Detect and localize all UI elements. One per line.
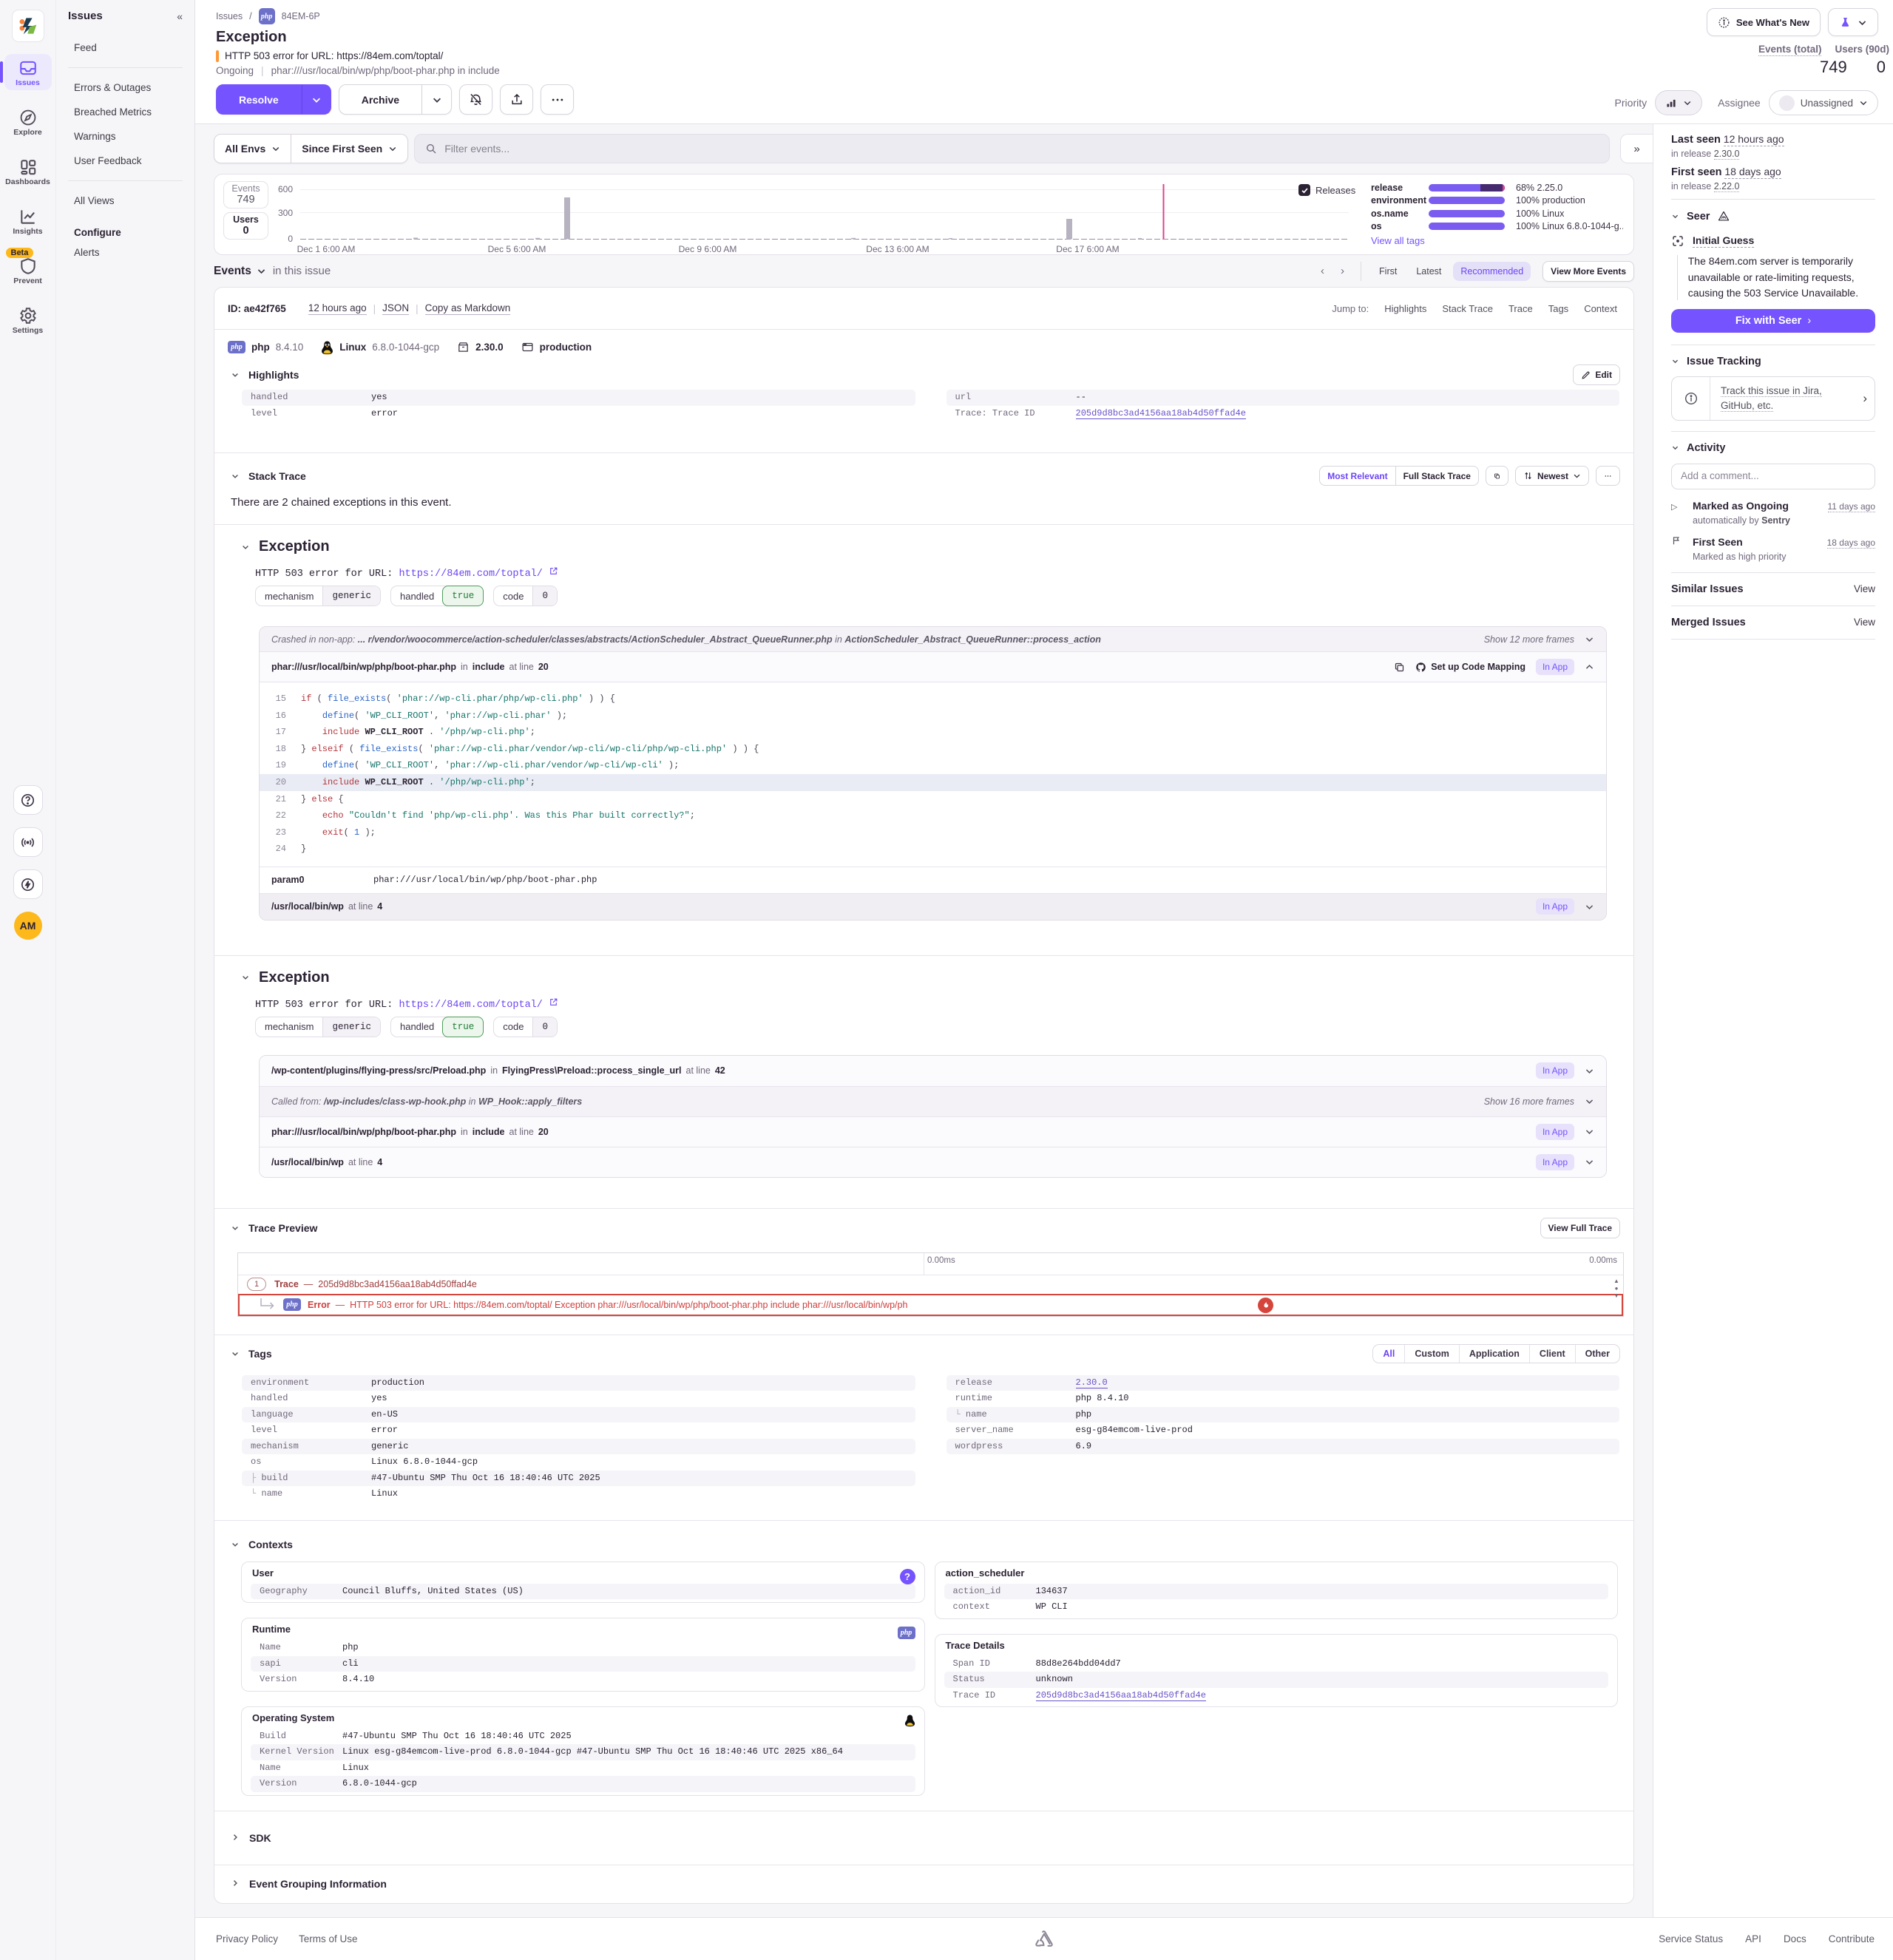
svg-text:600: 600 [278, 184, 293, 194]
svg-text:Dec 5 6:00 AM: Dec 5 6:00 AM [488, 244, 546, 254]
svg-text:Dec 17 6:00 AM: Dec 17 6:00 AM [1056, 244, 1119, 254]
svg-text:Dec 1 6:00 AM: Dec 1 6:00 AM [297, 244, 356, 254]
svg-text:Dec 9 6:00 AM: Dec 9 6:00 AM [679, 244, 737, 254]
svg-text:300: 300 [278, 208, 293, 218]
svg-text:0: 0 [288, 234, 293, 244]
svg-text:Dec 13 6:00 AM: Dec 13 6:00 AM [866, 244, 929, 254]
